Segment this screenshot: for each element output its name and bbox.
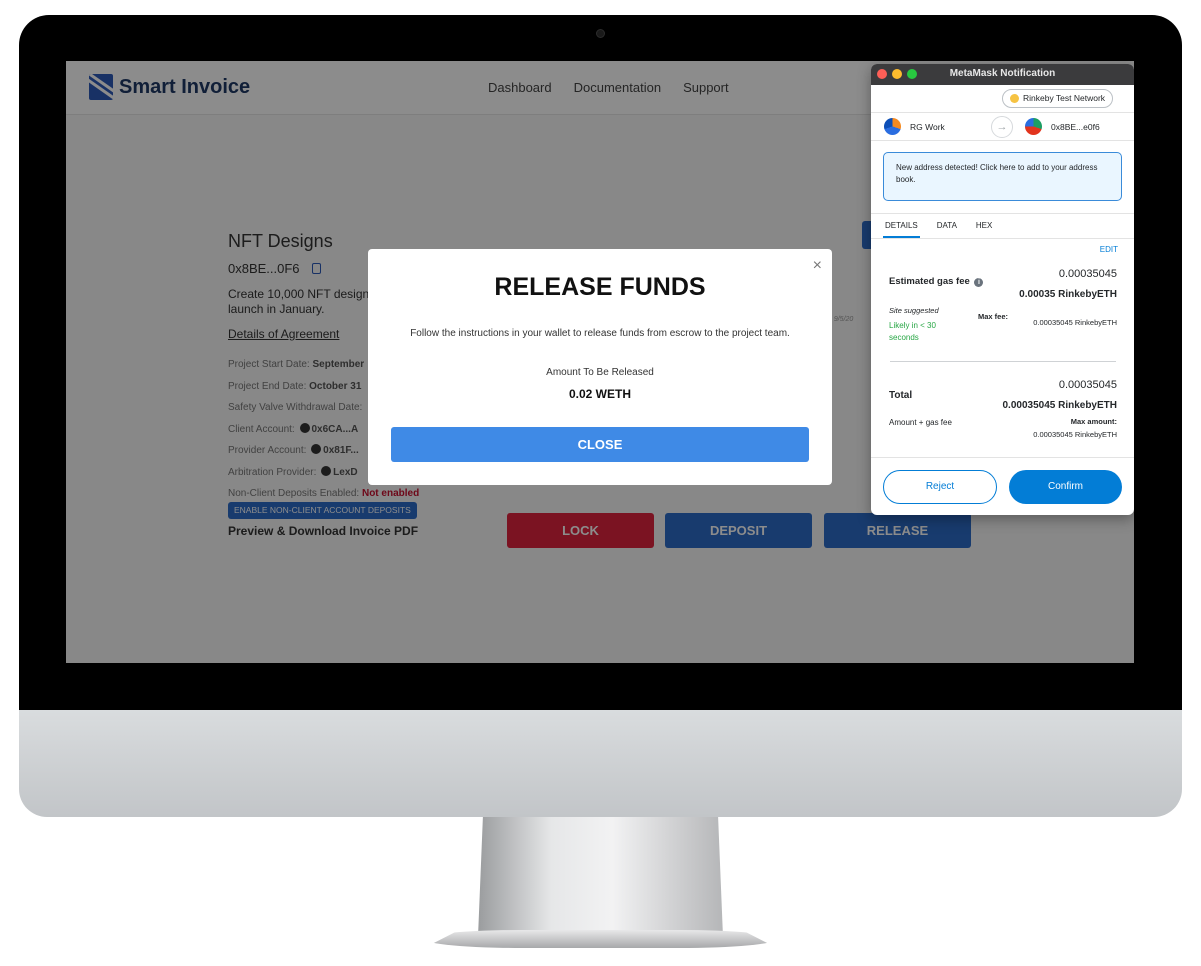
edit-link[interactable]: EDIT <box>1100 245 1118 254</box>
divider <box>890 361 1116 362</box>
camera-icon <box>596 29 605 38</box>
total-value-eth: 0.00035045 RinkebyETH <box>1002 400 1117 411</box>
to-account[interactable]: 0x8BE...e0f6 <box>1025 118 1100 135</box>
to-account-address: 0x8BE...e0f6 <box>1051 121 1100 132</box>
release-funds-modal: × RELEASE FUNDS Follow the instructions … <box>368 249 832 485</box>
metamask-title: MetaMask Notification <box>949 68 1056 79</box>
total-value: 0.00035045 <box>1058 379 1117 391</box>
site-suggested-label: Site suggested <box>889 306 939 315</box>
max-fee-label: Max fee: <box>977 312 1008 321</box>
network-selector[interactable]: Rinkeby Test Network <box>1002 89 1114 108</box>
arrow-right-icon: → <box>991 116 1013 138</box>
from-avatar <box>884 118 901 135</box>
details-tabs: DETAILS DATA HEX <box>871 213 1134 239</box>
close-button[interactable]: CLOSE <box>391 427 809 462</box>
metamask-footer: Reject Confirm <box>871 457 1134 515</box>
monitor-chin <box>19 710 1182 817</box>
monitor-base <box>424 930 777 948</box>
max-amount-label: Max amount: <box>1070 417 1117 426</box>
from-account-name: RG Work <box>910 121 945 132</box>
metamask-window: MetaMask Notification Rinkeby Test Netwo… <box>871 64 1134 515</box>
gas-fee-eth: 0.00035 RinkebyETH <box>1019 289 1117 300</box>
confirm-button[interactable]: Confirm <box>1009 470 1122 504</box>
amount-value: 0.02 WETH <box>568 387 631 401</box>
likely-time: Likely in < 30 seconds <box>889 321 936 342</box>
to-avatar <box>1025 118 1042 135</box>
max-amount-value: 0.00035045 RinkebyETH <box>1033 430 1117 439</box>
modal-title: RELEASE FUNDS <box>494 273 706 301</box>
metamask-titlebar: MetaMask Notification <box>871 64 1134 85</box>
tab-hex[interactable]: HEX <box>974 214 994 238</box>
monitor-stand <box>478 817 723 937</box>
info-icon[interactable]: i <box>974 278 984 287</box>
tab-details[interactable]: DETAILS <box>883 214 920 238</box>
modal-instructions: Follow the instructions in your wallet t… <box>410 328 790 339</box>
gas-fee-label: Estimated gas fee i <box>889 276 984 287</box>
amount-gas-label: Amount + gas fee <box>889 418 952 427</box>
account-bar: RG Work → 0x8BE...e0f6 <box>871 112 1134 141</box>
amount-label: Amount To Be Released <box>546 367 654 378</box>
max-fee-value: 0.00035045 RinkebyETH <box>1033 318 1117 327</box>
reject-button[interactable]: Reject <box>883 470 997 504</box>
from-account[interactable]: RG Work <box>884 118 945 135</box>
tab-data[interactable]: DATA <box>935 214 959 238</box>
new-address-alert[interactable]: New address detected! Click here to add … <box>883 152 1122 201</box>
gas-fee-value: 0.00035045 <box>1058 268 1117 280</box>
total-label: Total <box>889 390 913 401</box>
